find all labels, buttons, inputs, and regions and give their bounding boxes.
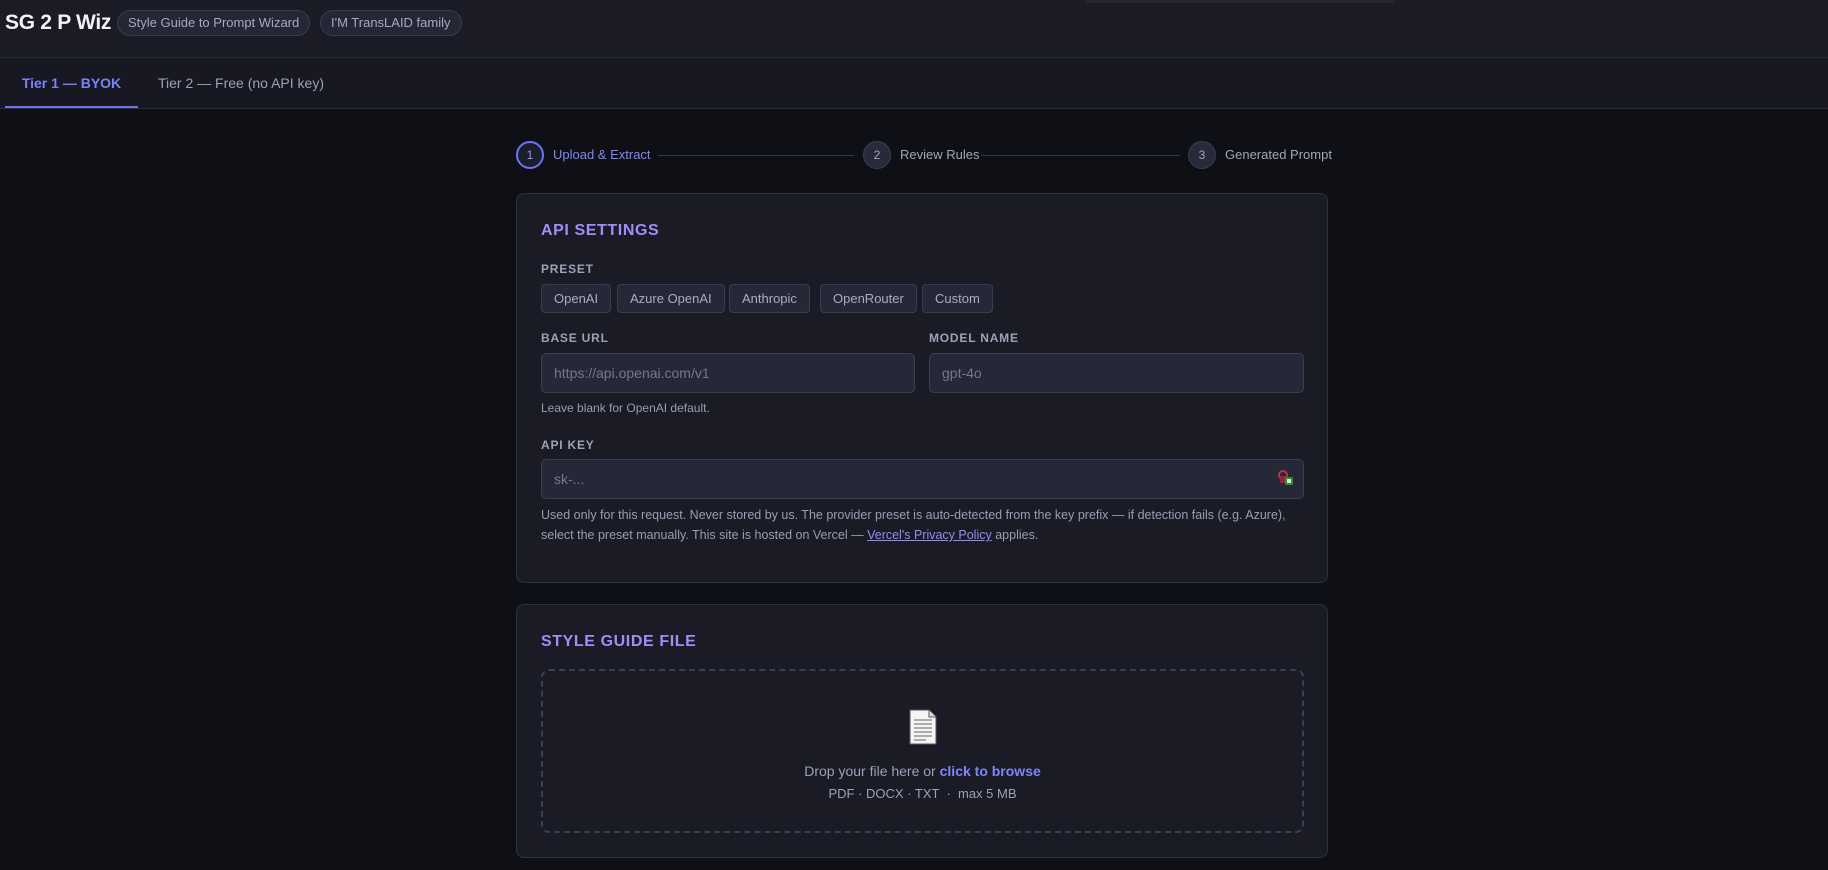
document-icon xyxy=(909,709,937,745)
base-url-hint: Leave blank for OpenAI default. xyxy=(541,401,710,415)
wizard-stepper: 1 Upload & Extract 2 Review Rules 3 Gene… xyxy=(516,141,1332,169)
family-chip[interactable]: I'M TransLAID family xyxy=(320,10,462,36)
tier-tabs: Tier 1 — BYOK Tier 2 — Free (no API key) xyxy=(0,58,1828,109)
top-header: SG 2 P Wiz Style Guide to Prompt Wizard … xyxy=(0,0,1828,58)
dropzone-instruction: Drop your file here or click to browse xyxy=(543,763,1302,779)
preset-openai-button[interactable]: OpenAI xyxy=(541,284,612,313)
step-2-circle: 2 xyxy=(863,141,891,169)
base-url-input[interactable] xyxy=(541,353,915,393)
api-key-help: Used only for this request. Never stored… xyxy=(541,505,1311,545)
step-3-circle: 3 xyxy=(1188,141,1216,169)
preset-anthropic-button[interactable]: Anthropic xyxy=(729,284,810,313)
vercel-privacy-link[interactable]: Vercel's Privacy Policy xyxy=(867,528,992,542)
dropzone-text: Drop your file here or xyxy=(804,763,940,779)
api-key-label: API KEY xyxy=(541,438,595,452)
file-dropzone[interactable]: Drop your file here or click to browse P… xyxy=(541,669,1304,833)
accepted-file-types: PDF · DOCX · TXT · max 5 MB xyxy=(828,786,1017,801)
step-2-label: Review Rules xyxy=(900,147,980,162)
api-key-input[interactable] xyxy=(541,459,1304,499)
api-settings-card: API SETTINGS PRESET OpenAI Azure OpenAI … xyxy=(516,193,1328,583)
style-guide-title: STYLE GUIDE FILE xyxy=(541,633,697,650)
step-connector xyxy=(981,155,1180,156)
model-name-label: MODEL NAME xyxy=(929,331,1019,345)
password-manager-key-icon[interactable] xyxy=(1277,469,1293,485)
step-1-label: Upload & Extract xyxy=(553,147,651,162)
preset-label: PRESET xyxy=(541,262,594,276)
tab-tier-1[interactable]: Tier 1 — BYOK xyxy=(5,58,138,108)
base-url-label: BASE URL xyxy=(541,331,609,345)
step-connector xyxy=(658,155,854,156)
api-settings-title: API SETTINGS xyxy=(541,222,660,239)
step-1-circle: 1 xyxy=(516,141,544,169)
preset-openrouter-button[interactable]: OpenRouter xyxy=(820,284,917,313)
subtitle-chip: Style Guide to Prompt Wizard xyxy=(117,10,311,36)
api-key-help-tail: applies. xyxy=(991,528,1039,542)
model-name-input[interactable] xyxy=(929,353,1304,393)
style-guide-card: STYLE GUIDE FILE Drop your file here or … xyxy=(516,604,1328,858)
app-title: SG 2 P Wiz xyxy=(5,11,112,34)
preset-custom-button[interactable]: Custom xyxy=(922,284,993,313)
preset-azure-openai-button[interactable]: Azure OpenAI xyxy=(617,284,725,313)
browse-link[interactable]: click to browse xyxy=(940,763,1041,779)
tab-tier-2[interactable]: Tier 2 — Free (no API key) xyxy=(158,58,324,108)
top-popover-edge xyxy=(1085,0,1395,3)
step-3-label: Generated Prompt xyxy=(1225,147,1332,162)
